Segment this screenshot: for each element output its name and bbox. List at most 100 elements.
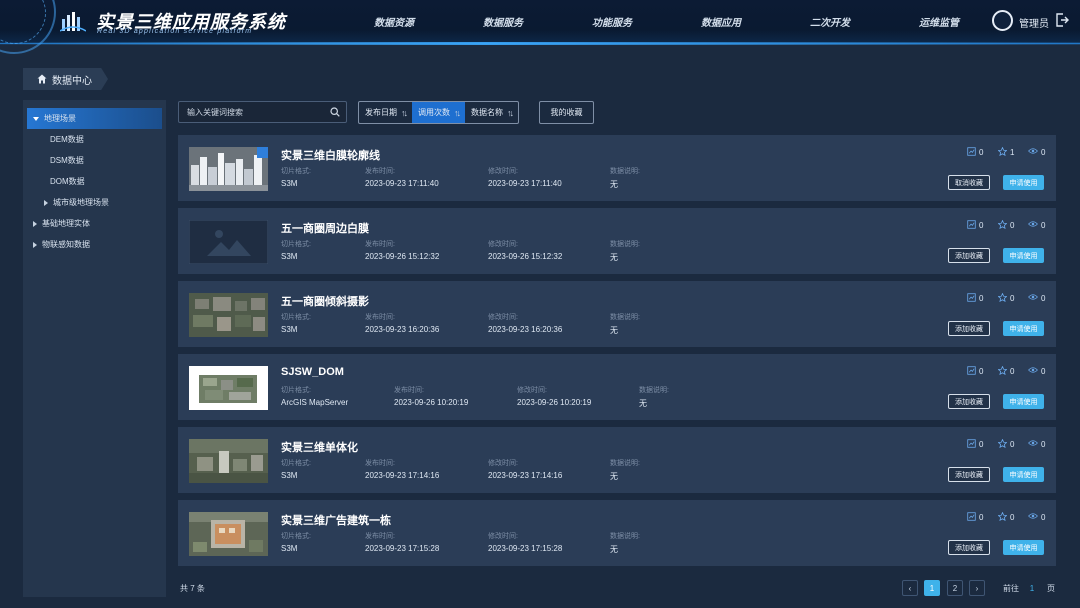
card-title[interactable]: SJSW_DOM — [281, 366, 344, 378]
page-suffix: 页 — [1047, 584, 1055, 593]
format-label: 切片格式: — [281, 168, 311, 175]
sort-by-call-count[interactable]: 调用次数 ↑↓ — [412, 102, 465, 123]
data-card[interactable]: 实景三维广告建筑一栋 切片格式: 发布时间: 修改时间: 数据说明: S3M 2023-09… — [178, 500, 1056, 566]
nav-secondary-development[interactable]: 二次开发 — [782, 10, 878, 32]
format-value: S3M — [281, 325, 298, 334]
data-card[interactable]: 五一商圈周边白膜 切片格式: 发布时间: 修改时间: 数据说明: S3M 2023-09-2… — [178, 208, 1056, 274]
call-count-stat: 0 — [967, 293, 983, 304]
apply-use-button[interactable]: 申请使用 — [1003, 540, 1044, 555]
card-title[interactable]: 实景三维单体化 — [281, 439, 358, 455]
favorite-toggle-button[interactable]: 添加收藏 — [948, 540, 990, 555]
data-thumbnail[interactable] — [189, 147, 268, 191]
sidebar-item-geographic-scene[interactable]: 地理场景 — [27, 108, 162, 129]
call-count-stat: 0 — [967, 439, 983, 450]
sidebar-item-dsm[interactable]: DSM数据 — [23, 150, 166, 171]
nav-data-resources[interactable]: 数据资源 — [346, 10, 442, 32]
header-glow-line — [0, 42, 1080, 45]
nav-data-applications[interactable]: 数据应用 — [673, 10, 769, 32]
star-count-stat: 0 — [997, 438, 1014, 450]
sort-arrows-icon: ↑↓ — [507, 107, 514, 118]
apply-use-button[interactable]: 申请使用 — [1003, 467, 1044, 482]
home-icon — [37, 74, 47, 84]
star-count-stat: 0 — [997, 292, 1014, 304]
data-card[interactable]: 实景三维单体化 切片格式: 发布时间: 修改时间: 数据说明: S3M 2023-09-23… — [178, 427, 1056, 493]
description-value: 无 — [610, 472, 618, 481]
apply-use-button[interactable]: 申请使用 — [1003, 175, 1044, 190]
search-input[interactable] — [187, 105, 327, 119]
published-label: 发布时间: — [365, 314, 395, 321]
card-title[interactable]: 五一商圈倾斜摄影 — [281, 293, 369, 309]
data-card[interactable]: SJSW_DOM 切片格式: 发布时间: 修改时间: 数据说明: ArcGIS MapSe… — [178, 354, 1056, 420]
search-icon[interactable] — [330, 107, 340, 117]
sidebar-item-basic-entities[interactable]: 基础地理实体 — [23, 213, 166, 234]
favorite-toggle-button[interactable]: 添加收藏 — [948, 394, 990, 409]
favorite-toggle-button[interactable]: 添加收藏 — [948, 321, 990, 336]
data-thumbnail[interactable] — [189, 439, 268, 483]
search-box — [178, 101, 347, 123]
data-thumbnail[interactable] — [189, 293, 268, 337]
favorite-toggle-button[interactable]: 取消收藏 — [948, 175, 990, 190]
sidebar-tree: 地理场景 DEM数据 DSM数据 DOM数据 城市级地理场景 基础地理实体 物联… — [23, 100, 166, 597]
format-value: ArcGIS MapServer — [281, 398, 349, 407]
star-count-stat: 1 — [997, 146, 1014, 158]
description-value: 无 — [610, 545, 618, 554]
view-count-stat: 0 — [1028, 293, 1045, 303]
chart-icon — [967, 147, 979, 158]
sort-by-publish-date[interactable]: 发布日期 ↑↓ — [359, 102, 412, 123]
nav-data-services[interactable]: 数据服务 — [455, 10, 551, 32]
next-page-button[interactable]: › — [969, 580, 985, 596]
sidebar-item-dem[interactable]: DEM数据 — [23, 129, 166, 150]
sort-group: 发布日期 ↑↓ 调用次数 ↑↓ 数据名称 ↑↓ — [358, 101, 519, 124]
data-thumbnail[interactable] — [189, 220, 268, 264]
description-label: 数据说明: — [610, 460, 640, 467]
data-card[interactable]: 实景三维白膜轮廓线 切片格式: 发布时间: 修改时间: 数据说明: S3M 2023-09-… — [178, 135, 1056, 201]
prev-page-button[interactable]: ‹ — [902, 580, 918, 596]
modified-value: 2023-09-26 15:12:32 — [488, 252, 563, 261]
star-count-stat: 0 — [997, 511, 1014, 523]
modified-value: 2023-09-23 17:15:28 — [488, 544, 563, 553]
breadcrumb[interactable]: 数据中心 — [23, 68, 108, 90]
favorite-toggle-button[interactable]: 添加收藏 — [948, 467, 990, 482]
nav-function-services[interactable]: 功能服务 — [564, 10, 660, 32]
data-card[interactable]: 五一商圈倾斜摄影 切片格式: 发布时间: 修改时间: 数据说明: S3M 2023-09-2… — [178, 281, 1056, 347]
caret-right-icon — [33, 241, 37, 248]
card-title[interactable]: 实景三维白膜轮廓线 — [281, 147, 380, 163]
format-label: 切片格式: — [281, 241, 311, 248]
published-label: 发布时间: — [394, 387, 424, 394]
eye-icon — [1028, 439, 1041, 449]
eye-icon — [1028, 366, 1041, 376]
favorite-toggle-button[interactable]: 添加收藏 — [948, 248, 990, 263]
apply-use-button[interactable]: 申请使用 — [1003, 248, 1044, 263]
favorited-star-icon — [257, 147, 268, 158]
published-value: 2023-09-23 17:14:16 — [365, 471, 440, 480]
data-thumbnail[interactable] — [189, 512, 268, 556]
apply-use-button[interactable]: 申请使用 — [1003, 321, 1044, 336]
app-subtitle: Real 3D application service platform — [97, 28, 253, 35]
nav-operations-monitoring[interactable]: 运维监管 — [891, 10, 987, 32]
goto-page-input[interactable]: 1 — [1024, 580, 1040, 596]
star-icon — [997, 146, 1010, 158]
sidebar-item-city-scene[interactable]: 城市级地理场景 — [23, 192, 166, 213]
eye-icon — [1028, 512, 1041, 522]
card-title[interactable]: 五一商圈周边白膜 — [281, 220, 369, 236]
sidebar-item-iot-data[interactable]: 物联感知数据 — [23, 234, 166, 255]
sidebar-item-dom[interactable]: DOM数据 — [23, 171, 166, 192]
card-title[interactable]: 实景三维广告建筑一栋 — [281, 512, 391, 528]
sort-by-data-name[interactable]: 数据名称 ↑↓ — [465, 102, 518, 123]
star-count-stat: 0 — [997, 219, 1014, 231]
chart-icon — [967, 220, 979, 231]
app-logo-icon — [60, 12, 86, 32]
user-avatar[interactable] — [992, 10, 1013, 31]
my-favorites-button[interactable]: 我的收藏 — [539, 101, 594, 124]
published-value: 2023-09-23 16:20:36 — [365, 325, 440, 334]
apply-use-button[interactable]: 申请使用 — [1003, 394, 1044, 409]
page-button-1[interactable]: 1 — [924, 580, 940, 596]
published-label: 发布时间: — [365, 460, 395, 467]
star-icon — [997, 365, 1010, 377]
page-button-2[interactable]: 2 — [947, 580, 963, 596]
view-count-stat: 0 — [1028, 220, 1045, 230]
data-thumbnail[interactable] — [189, 366, 268, 410]
published-label: 发布时间: — [365, 533, 395, 540]
eye-icon — [1028, 220, 1041, 230]
logout-icon[interactable] — [1055, 13, 1069, 27]
